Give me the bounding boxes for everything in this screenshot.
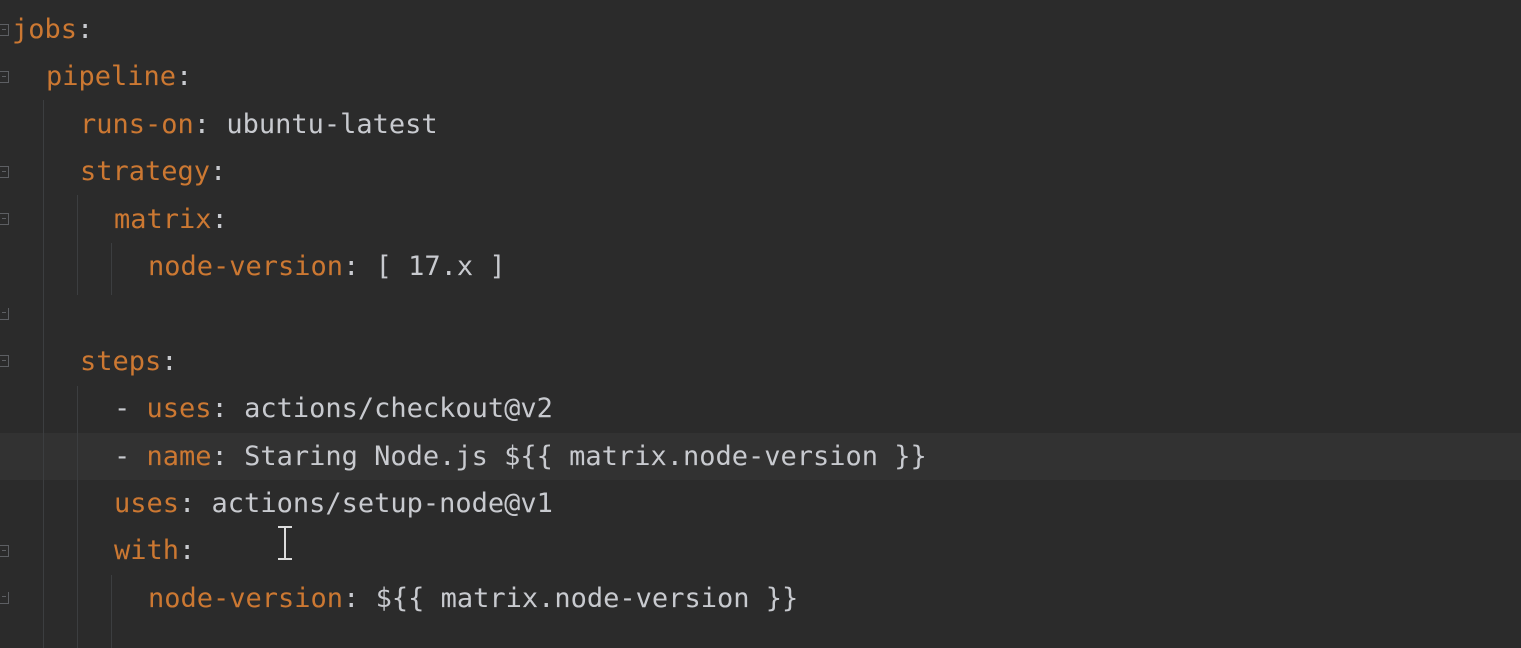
yaml-colon: : xyxy=(343,251,376,282)
yaml-key: strategy xyxy=(80,156,211,188)
code-line[interactable]: with: xyxy=(114,527,195,574)
fold-marker-icon[interactable] xyxy=(0,166,9,178)
yaml-key: name xyxy=(146,440,212,472)
code-line[interactable]: runs-on: ubuntu-latest xyxy=(80,101,438,148)
yaml-key: runs-on xyxy=(80,108,194,140)
yaml-colon: : xyxy=(193,108,227,140)
yaml-colon: : xyxy=(179,488,212,519)
yaml-value: ${{ matrix.node-version }} xyxy=(375,582,799,614)
text-cursor-icon xyxy=(276,526,294,560)
yaml-key: matrix xyxy=(114,203,212,235)
yaml-value: actions/setup-node@v1 xyxy=(211,488,553,519)
fold-marker-icon[interactable] xyxy=(0,71,9,83)
yaml-key: steps xyxy=(80,345,162,377)
indent-guide xyxy=(111,575,112,648)
yaml-colon: : xyxy=(179,535,196,567)
code-line[interactable]: jobs: xyxy=(12,6,93,53)
fold-end-marker-icon[interactable] xyxy=(0,308,9,320)
indent-guide xyxy=(77,386,78,648)
code-line[interactable]: node-version: [ 17.x ] xyxy=(148,243,506,290)
yaml-colon: : xyxy=(77,14,94,45)
yaml-colon: : xyxy=(176,61,193,93)
fold-marker-icon[interactable] xyxy=(0,213,9,225)
yaml-value: ubuntu-latest xyxy=(226,108,438,140)
yaml-colon: : xyxy=(211,203,228,235)
indent-guide xyxy=(43,100,44,648)
yaml-colon: : xyxy=(211,440,245,472)
fold-marker-icon[interactable] xyxy=(0,355,9,367)
code-line[interactable]: - uses: actions/checkout@v2 xyxy=(114,385,553,432)
yaml-value: [ 17.x ] xyxy=(375,251,506,282)
yaml-key: jobs xyxy=(12,14,78,45)
yaml-key: uses xyxy=(114,488,180,519)
code-line[interactable]: strategy: xyxy=(80,148,226,195)
code-line[interactable]: pipeline: xyxy=(46,53,192,100)
yaml-colon: : xyxy=(161,345,178,377)
yaml-key: pipeline xyxy=(46,61,177,93)
code-line[interactable]: matrix: xyxy=(114,196,228,243)
yaml-key: node-version xyxy=(148,582,344,614)
code-line[interactable]: node-version: ${{ matrix.node-version }} xyxy=(148,575,798,622)
yaml-list-dash: - xyxy=(114,393,147,425)
fold-end-marker-icon[interactable] xyxy=(0,592,9,604)
yaml-colon: : xyxy=(343,582,376,614)
code-line[interactable]: - name: Staring Node.js ${{ matrix.node-… xyxy=(114,433,927,480)
fold-gutter xyxy=(0,0,12,648)
code-line[interactable]: uses: actions/setup-node@v1 xyxy=(114,480,553,527)
code-line[interactable]: steps: xyxy=(80,338,178,385)
fold-marker-icon[interactable] xyxy=(0,24,9,36)
fold-marker-icon[interactable] xyxy=(0,545,9,557)
yaml-value: Staring Node.js ${{ matrix.node-version … xyxy=(244,440,927,472)
yaml-value: actions/checkout@v2 xyxy=(244,393,553,425)
yaml-colon: : xyxy=(211,393,245,425)
indent-guide xyxy=(77,195,78,295)
yaml-list-dash: - xyxy=(114,440,147,472)
yaml-colon: : xyxy=(210,156,227,188)
indent-guide xyxy=(111,243,112,295)
yaml-key: with xyxy=(114,535,180,567)
yaml-key: node-version xyxy=(148,251,344,282)
yaml-key: uses xyxy=(146,393,212,425)
code-editor[interactable]: jobs: pipeline: runs-on: ubuntu-latest stra… xyxy=(0,0,1521,648)
